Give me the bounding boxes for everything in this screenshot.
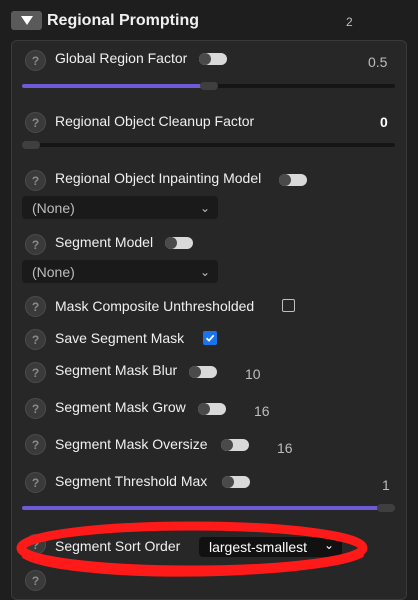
red-annotation-ellipse [16,521,368,577]
